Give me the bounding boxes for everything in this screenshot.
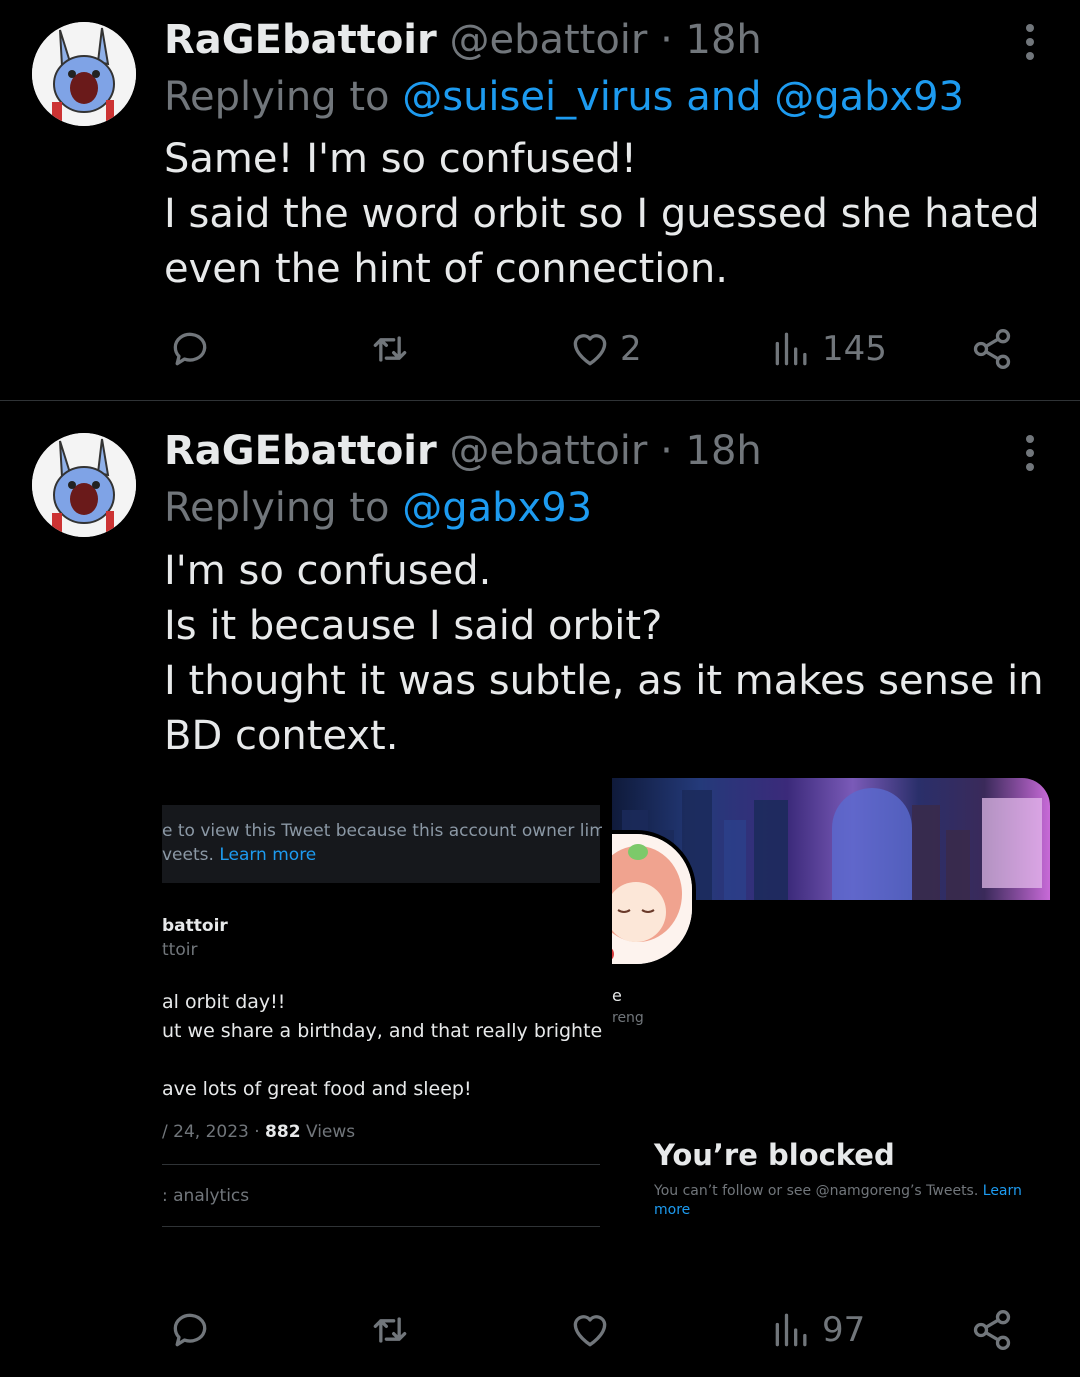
screenshot-date: / 24, 2023 · 882 Views <box>162 1122 355 1142</box>
display-name[interactable]: RaGEbattoir <box>164 17 437 63</box>
heart-icon <box>573 334 607 366</box>
reply-button[interactable] <box>168 1305 212 1355</box>
tweet-text-line: I said the word orbit so I guessed she h… <box>164 191 1040 237</box>
timestamp[interactable]: · 18h <box>647 428 762 474</box>
tweet-text-line: Is it because I said orbit? <box>164 603 663 649</box>
notice-text: e to view this Tweet because this accoun… <box>162 819 602 867</box>
reply-mentions[interactable]: @gabx93 <box>402 485 592 531</box>
bunny-avatar-icon <box>32 22 136 126</box>
like-count: 2 <box>620 329 642 369</box>
avatar[interactable] <box>32 433 136 537</box>
views-button[interactable]: 97 <box>770 1305 865 1355</box>
heart-icon <box>573 1315 607 1347</box>
view-count: 97 <box>822 1310 866 1350</box>
share-button[interactable] <box>970 1305 1014 1355</box>
like-button[interactable]: 2 <box>568 324 642 374</box>
replying-to: Replying to @suisei_virus and @gabx93 <box>164 72 964 122</box>
share-button[interactable] <box>970 324 1014 374</box>
replying-to-label: Replying to <box>164 74 403 120</box>
tweet-text: Same! I'm so confused! I said the word o… <box>164 132 1044 297</box>
limited-tweet-notice: e to view this Tweet because this accoun… <box>162 805 602 883</box>
screenshot-views-label: Views <box>300 1122 356 1142</box>
retweet-button[interactable] <box>368 324 412 374</box>
tweet-text-line: I thought it was subtle, as it makes sen… <box>164 658 1044 704</box>
tweet-header: RaGEbattoir @ebattoir · 18h <box>164 16 762 64</box>
action-bar: 2 145 <box>0 324 1080 374</box>
screenshot-handle: ttoir <box>162 940 198 960</box>
tweet-header: RaGEbattoir @ebattoir · 18h <box>164 427 762 475</box>
blocked-title: You’re blocked <box>654 1138 895 1172</box>
handle[interactable]: @ebattoir <box>449 428 647 474</box>
tweet-text-line: even the hint of connection. <box>164 246 728 292</box>
screenshot-analytics: : analytics <box>162 1186 250 1206</box>
screenshot-text-line <box>162 1046 602 1075</box>
handle[interactable]: @ebattoir <box>449 17 647 63</box>
view-count: 145 <box>822 329 887 369</box>
more-dots-icon[interactable] <box>1024 24 1036 66</box>
screenshot-divider <box>162 1226 600 1227</box>
blocked-desc-text: You can’t follow or see @namgoreng’s Twe… <box>654 1183 983 1199</box>
tweet-text-line: I'm so confused. <box>164 548 492 594</box>
timestamp[interactable]: · 18h <box>647 17 762 63</box>
like-button[interactable] <box>568 1305 612 1355</box>
replying-to: Replying to @gabx93 <box>164 483 592 533</box>
views-icon <box>775 1313 807 1347</box>
avatar[interactable] <box>32 22 136 126</box>
learn-more-link: Learn <box>982 1183 1022 1199</box>
learn-more-link: more <box>654 1202 691 1218</box>
attached-image-blocked-profile[interactable]: e reng You’re blocked You can’t follow o… <box>612 778 1050 1238</box>
display-name[interactable]: RaGEbattoir <box>164 428 437 474</box>
tweet-text: I'm so confused. Is it because I said or… <box>164 544 1044 764</box>
action-bar: 97 <box>0 1305 1080 1355</box>
profile-name-fragment: e <box>612 986 622 1005</box>
share-icon <box>973 329 1011 369</box>
notice-line: veets. <box>162 845 220 865</box>
screenshot-text-line: ut we share a birthday, and that really … <box>162 1020 602 1042</box>
reply-mentions[interactable]: @suisei_virus and @gabx93 <box>402 74 964 120</box>
screenshot-date-text: / 24, 2023 · <box>162 1122 266 1142</box>
share-icon <box>973 1310 1011 1350</box>
retweet-button[interactable] <box>368 1305 412 1355</box>
attached-image-tweet-screenshot[interactable]: e to view this Tweet because this accoun… <box>162 800 602 1240</box>
screenshot-divider <box>162 1164 600 1165</box>
reply-button[interactable] <box>168 324 212 374</box>
tweet-1[interactable]: RaGEbattoir @ebattoir · 18h Replying to … <box>0 0 1080 400</box>
reply-icon <box>173 1313 207 1347</box>
reply-icon <box>173 332 207 366</box>
retweet-icon <box>373 1317 407 1343</box>
blocked-description: You can’t follow or see @namgoreng’s Twe… <box>654 1182 1024 1220</box>
tweet-text-line: BD context. <box>164 713 399 759</box>
replying-to-label: Replying to <box>164 485 403 531</box>
bunny-avatar-icon <box>32 433 136 537</box>
notice-line: e to view this Tweet because this accoun… <box>162 821 602 841</box>
screenshot-text-line: al orbit day!! <box>162 991 286 1013</box>
screenshot-tweet-text: al orbit day!! ut we share a birthday, a… <box>162 988 602 1104</box>
retweet-icon <box>373 336 407 362</box>
more-dots-icon[interactable] <box>1024 435 1036 477</box>
profile-handle-fragment: reng <box>612 1010 644 1026</box>
screenshot-text-line: ave lots of great food and sleep! <box>162 1078 472 1100</box>
anime-avatar-icon <box>612 834 692 964</box>
views-icon <box>775 332 807 366</box>
tweet-text-line: Same! I'm so confused! <box>164 136 637 182</box>
views-button[interactable]: 145 <box>770 324 887 374</box>
screenshot-display-name: battoir <box>162 916 228 936</box>
learn-more-link: Learn more <box>219 845 317 865</box>
screenshot-view-count: 882 <box>265 1122 301 1142</box>
